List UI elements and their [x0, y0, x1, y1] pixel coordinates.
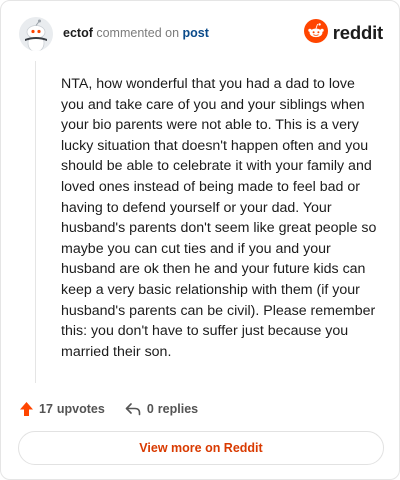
thread-line	[35, 61, 36, 383]
comment-header: ectof commented on post reddit	[19, 17, 383, 51]
comment-meta: ectof commented on post	[63, 26, 209, 40]
author-name[interactable]: ectof	[63, 26, 93, 40]
reddit-brand[interactable]: reddit	[303, 18, 383, 48]
comment-actions: 17 upvotes 0 replies	[19, 398, 198, 420]
brand-wordmark: reddit	[332, 22, 383, 43]
reply-button[interactable]: 0 replies	[125, 402, 198, 416]
comment-body: NTA, how wonderful that you had a dad to…	[61, 76, 377, 360]
reply-label: replies	[157, 402, 199, 416]
post-link[interactable]: post	[183, 26, 209, 40]
embedded-comment-card: ectof commented on post reddit NTA, how …	[0, 0, 400, 480]
snoo-avatar-icon[interactable]	[19, 17, 53, 51]
reply-arrow-icon	[125, 402, 141, 416]
upvote-label: upvotes	[56, 402, 105, 416]
reddit-logo-icon	[303, 18, 328, 48]
upvote-count: 17	[39, 402, 53, 416]
view-more-button[interactable]: View more on Reddit	[18, 431, 384, 465]
upvote-button[interactable]: 17 upvotes	[19, 401, 105, 417]
reply-count: 0	[146, 402, 154, 416]
upvote-arrow-icon	[19, 401, 34, 417]
action-text: commented on	[96, 26, 180, 40]
